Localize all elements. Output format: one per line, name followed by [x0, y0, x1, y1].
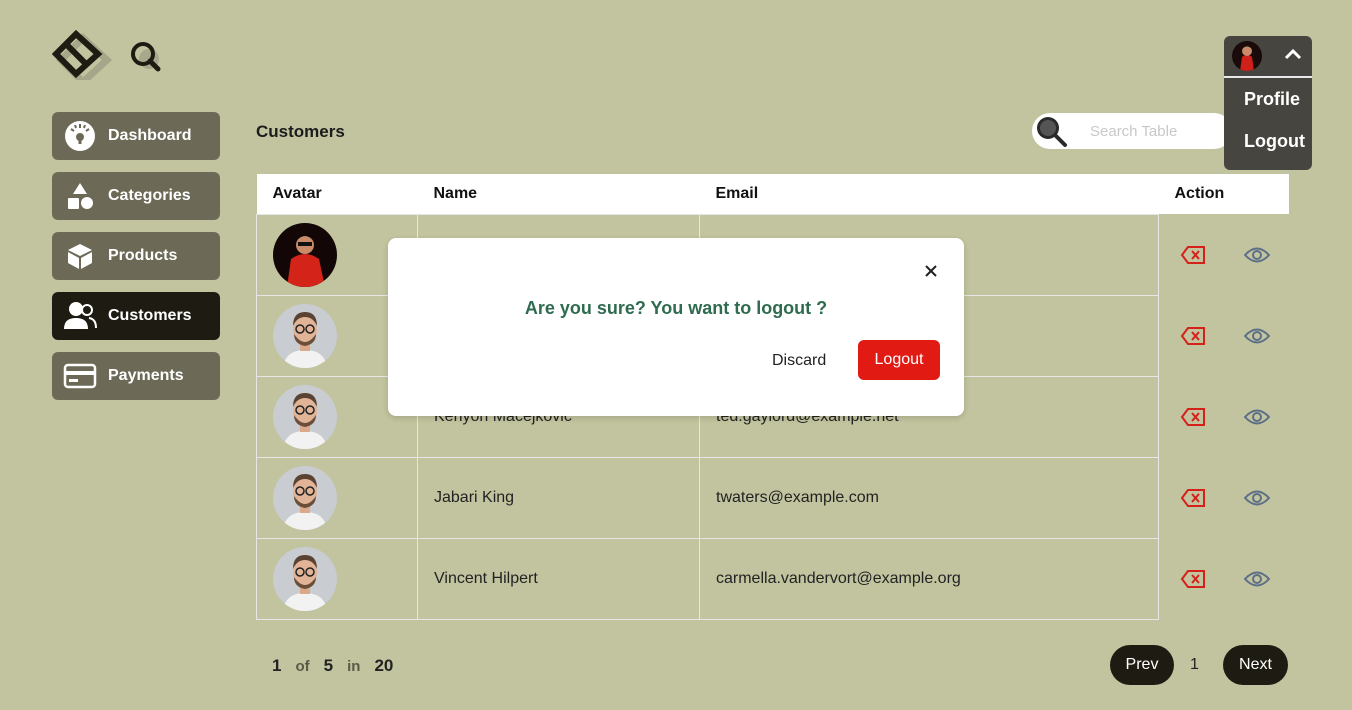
search-icon[interactable]	[126, 38, 170, 78]
box-icon	[52, 242, 108, 270]
chevron-up-icon	[1284, 47, 1302, 65]
customer-name: Jabari King	[417, 456, 700, 539]
users-icon	[52, 301, 108, 331]
table-row: Jabari King twaters@example.com	[256, 456, 1289, 539]
menu-item-profile[interactable]: Profile	[1224, 78, 1312, 120]
prev-button[interactable]: Prev	[1110, 645, 1174, 685]
avatar	[273, 384, 337, 449]
next-button[interactable]: Next	[1223, 645, 1288, 685]
card-icon	[52, 363, 108, 389]
total-items: 20	[374, 656, 394, 675]
avatar	[273, 303, 337, 368]
sidebar-item-label: Customers	[108, 307, 192, 324]
sidebar: Dashboard Categories Products Customers …	[52, 112, 220, 412]
column-header-action: Action	[1174, 185, 1225, 202]
view-icon[interactable]	[1244, 327, 1270, 345]
table-row: Vincent Hilpert carmella.vandervort@exam…	[256, 537, 1289, 620]
sidebar-item-label: Products	[108, 247, 178, 264]
gauge-icon	[52, 120, 108, 152]
page-title: Customers	[256, 122, 345, 141]
search-input[interactable]	[1088, 121, 1232, 141]
pagination-info: 1 of 5 in 20	[272, 656, 393, 676]
sidebar-item-label: Categories	[108, 187, 191, 204]
delete-icon[interactable]	[1180, 407, 1206, 427]
customer-name: Vincent Hilpert	[417, 537, 700, 620]
in-label: in	[347, 658, 361, 675]
customer-email: carmella.vandervort@example.org	[699, 537, 1159, 620]
avatar	[273, 465, 337, 530]
view-icon[interactable]	[1244, 246, 1270, 264]
avatar	[273, 546, 337, 611]
customer-email: twaters@example.com	[699, 456, 1159, 539]
current-page: 1	[272, 656, 282, 675]
shapes-icon	[52, 181, 108, 211]
confirm-logout-button[interactable]: Logout	[858, 340, 940, 380]
user-menu: Profile Logout	[1224, 36, 1312, 170]
close-icon[interactable]	[924, 264, 938, 278]
table-header-row: Avatar Name Email Action	[256, 174, 1289, 214]
column-header-avatar: Avatar	[272, 184, 322, 202]
menu-item-logout[interactable]: Logout	[1224, 120, 1312, 162]
column-header-name: Name	[433, 184, 478, 202]
sidebar-item-categories[interactable]: Categories	[52, 172, 220, 220]
delete-icon[interactable]	[1180, 569, 1206, 589]
avatar	[273, 222, 337, 287]
view-icon[interactable]	[1244, 570, 1270, 588]
sidebar-item-label: Dashboard	[108, 127, 192, 144]
modal-question: Are you sure? You want to logout ?	[524, 298, 828, 318]
view-icon[interactable]	[1244, 489, 1270, 507]
app-logo	[52, 30, 112, 80]
view-icon[interactable]	[1244, 408, 1270, 426]
sidebar-item-products[interactable]: Products	[52, 232, 220, 280]
discard-button[interactable]: Discard	[772, 352, 826, 370]
delete-icon[interactable]	[1180, 488, 1206, 508]
delete-icon[interactable]	[1180, 245, 1206, 265]
total-pages: 5	[323, 656, 334, 675]
of-label: of	[295, 658, 310, 675]
delete-icon[interactable]	[1180, 326, 1206, 346]
sidebar-item-dashboard[interactable]: Dashboard	[52, 112, 220, 160]
sidebar-item-payments[interactable]: Payments	[52, 352, 220, 400]
user-menu-toggle[interactable]	[1224, 36, 1312, 78]
avatar	[1232, 41, 1262, 71]
page-number[interactable]: 1	[1190, 656, 1199, 674]
table-search[interactable]	[1032, 113, 1232, 149]
sidebar-item-label: Payments	[108, 367, 184, 384]
column-header-email: Email	[715, 184, 759, 202]
logout-modal: Are you sure? You want to logout ? Disca…	[388, 238, 964, 416]
sidebar-item-customers[interactable]: Customers	[52, 292, 220, 340]
search-icon	[1032, 114, 1070, 148]
